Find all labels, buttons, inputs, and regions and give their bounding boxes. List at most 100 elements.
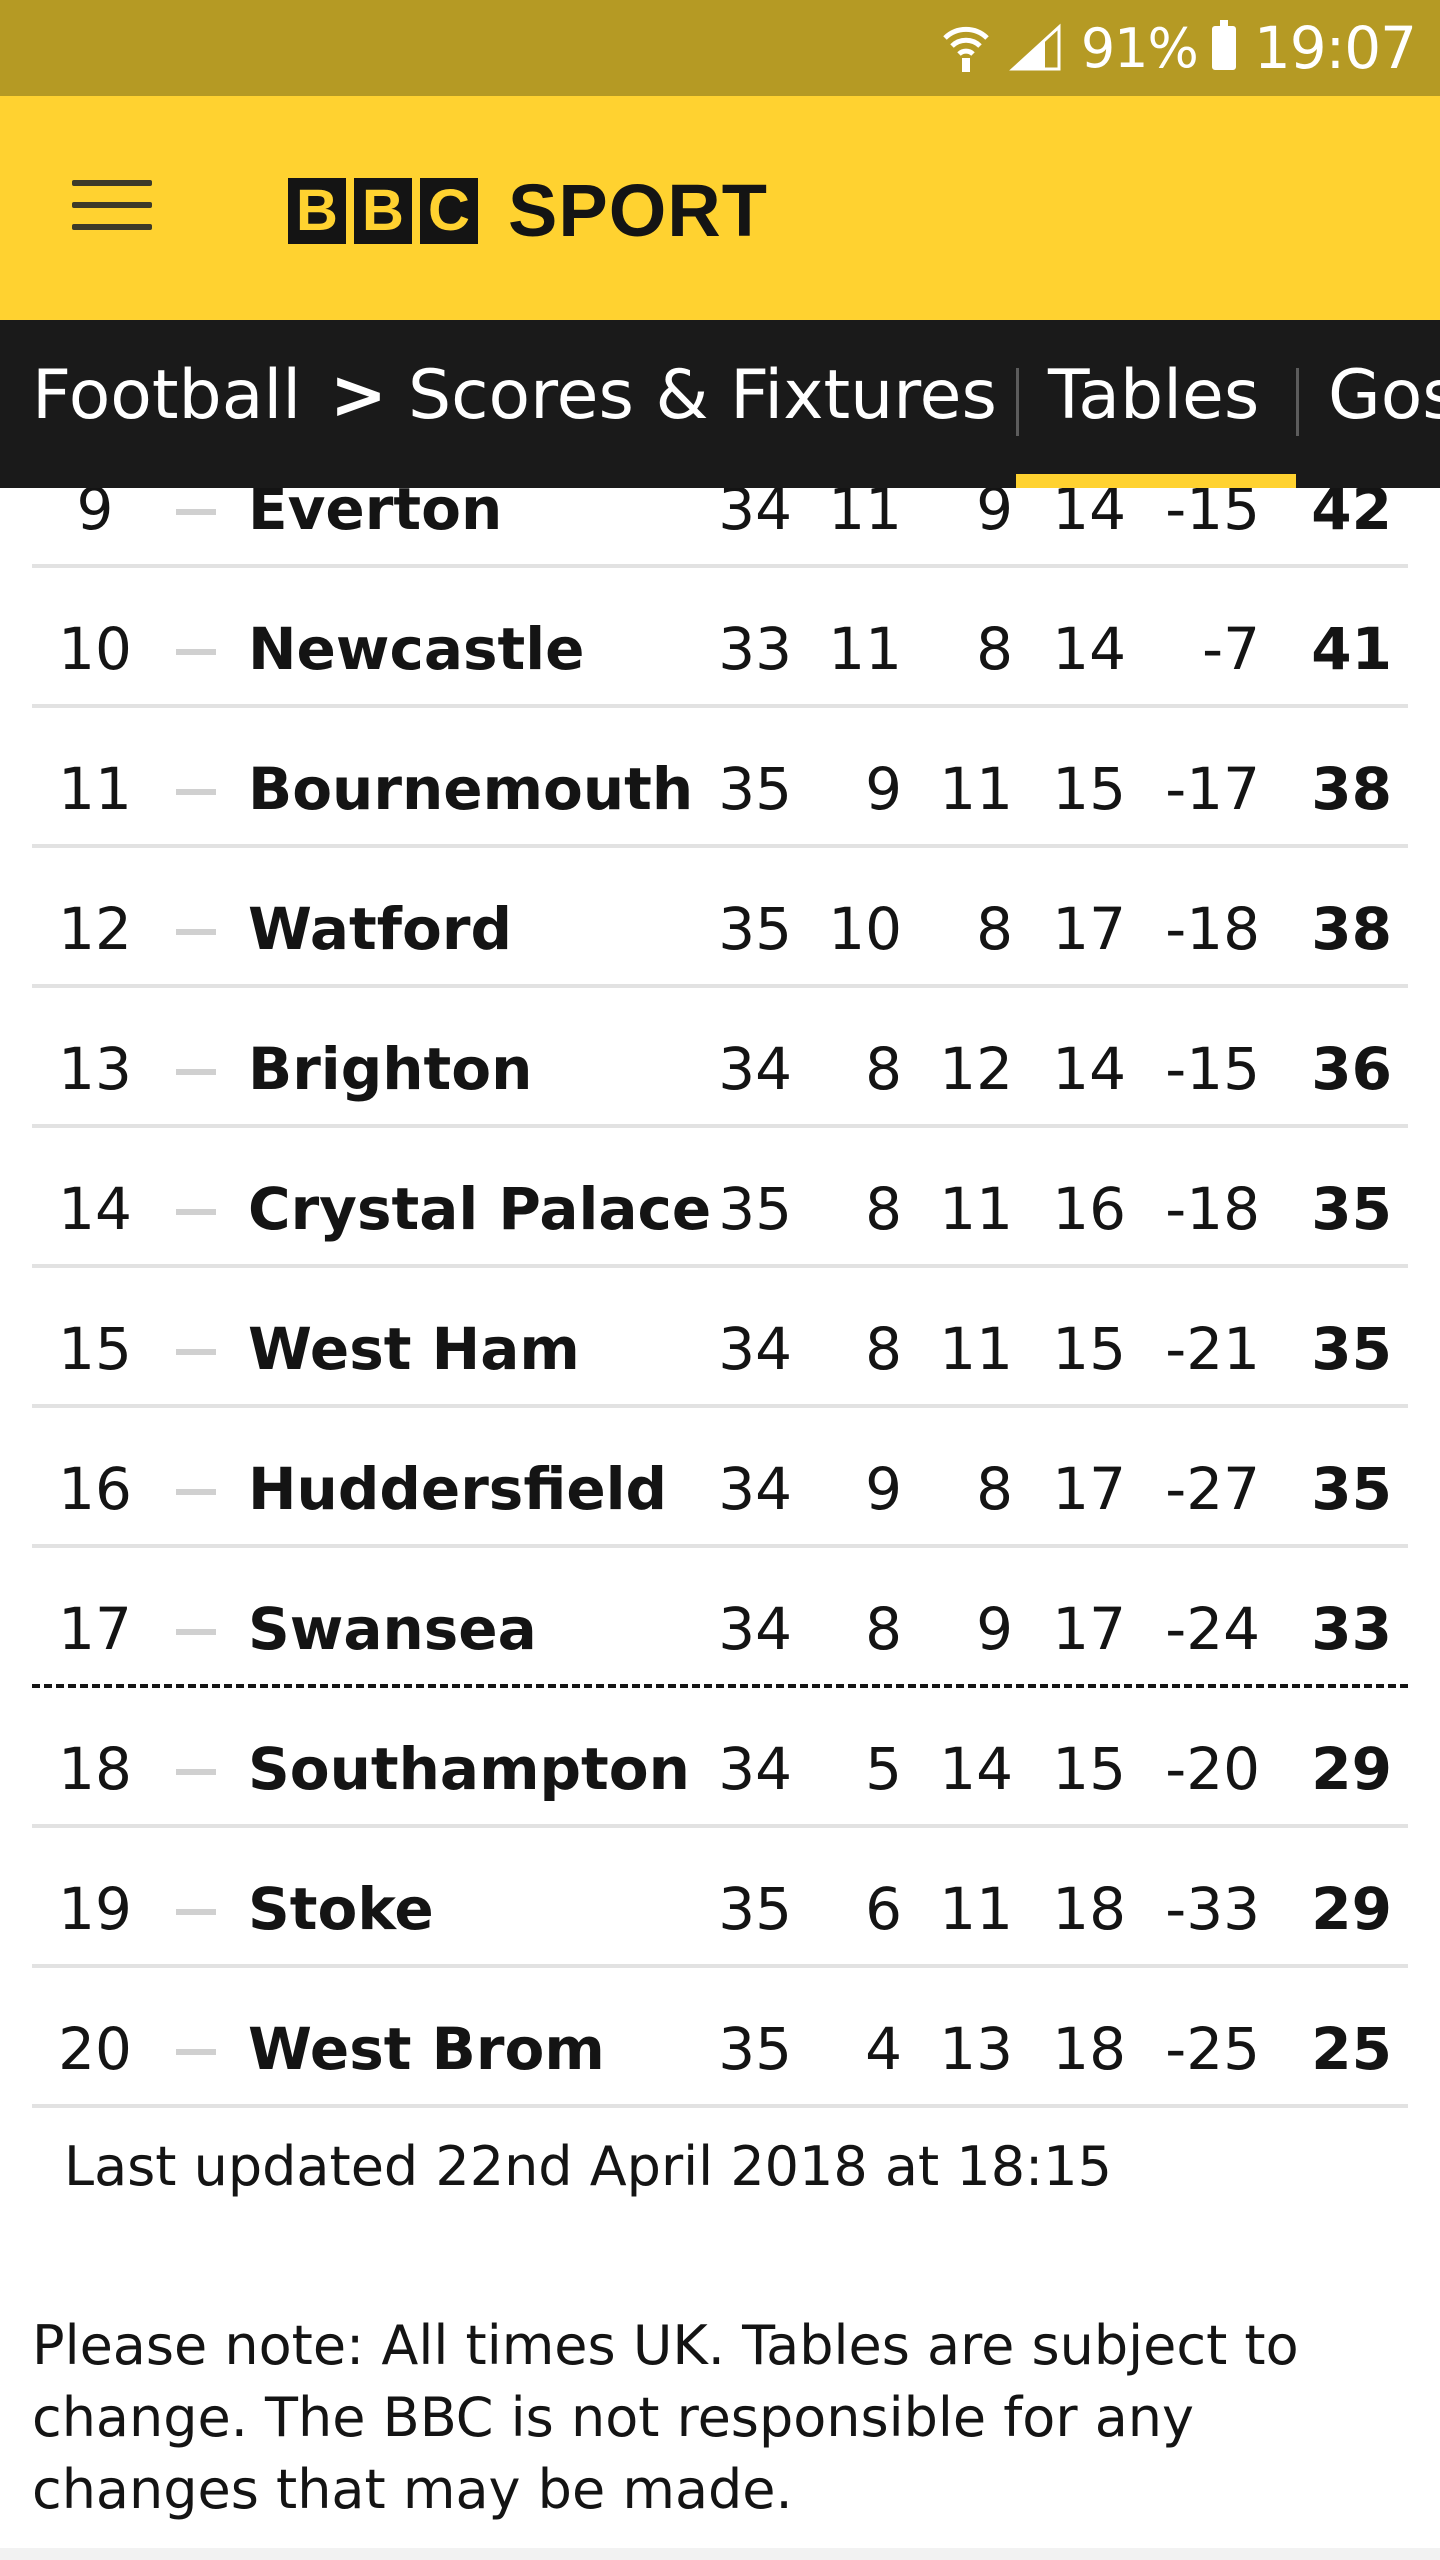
drawn-cell: 11: [939, 1315, 1013, 1383]
played-cell: 34: [718, 1595, 792, 1663]
nav-divider: [1296, 368, 1299, 436]
won-cell: 11: [828, 615, 902, 683]
team-name: Swansea: [248, 1595, 537, 1663]
position-cell: 9: [76, 475, 114, 543]
hamburger-menu-icon[interactable]: [72, 180, 152, 236]
active-tab-indicator: [1016, 474, 1296, 488]
drawn-cell: 8: [976, 895, 1013, 963]
points-cell: 36: [1311, 1035, 1392, 1103]
played-cell: 33: [718, 615, 792, 683]
won-cell: 8: [865, 1595, 902, 1663]
table-row[interactable]: 19 Stoke 35 6 11 18 -33 29: [32, 1828, 1408, 1968]
lost-cell: 15: [1052, 755, 1126, 823]
table-row[interactable]: 11 Bournemouth 35 9 11 15 -17 38: [32, 708, 1408, 848]
table-row[interactable]: 12 Watford 35 10 8 17 -18 38: [32, 848, 1408, 988]
team-name: Everton: [248, 475, 503, 543]
team-name: Southampton: [248, 1735, 690, 1803]
no-change-dash-icon: [176, 1069, 216, 1075]
bbc-sport-logo[interactable]: B B C SPORT: [288, 174, 768, 248]
team-name: Bournemouth: [248, 755, 694, 823]
played-cell: 35: [718, 1875, 792, 1943]
no-change-dash-icon: [176, 929, 216, 935]
won-cell: 6: [865, 1875, 902, 1943]
team-name: West Brom: [248, 2015, 605, 2083]
battery-icon: [1211, 20, 1236, 70]
logo-letter: B: [354, 178, 412, 244]
lost-cell: 14: [1052, 1035, 1126, 1103]
team-name: Brighton: [248, 1035, 533, 1103]
played-cell: 35: [718, 1175, 792, 1243]
played-cell: 34: [718, 1035, 792, 1103]
signal-icon: [1008, 23, 1061, 71]
goal-difference-cell: -17: [1165, 755, 1260, 823]
played-cell: 35: [718, 895, 792, 963]
nav-item-scores-fixtures[interactable]: Scores & Fixtures: [408, 362, 997, 430]
won-cell: 10: [828, 895, 902, 963]
no-change-dash-icon: [176, 789, 216, 795]
section-nav: Football > Scores & Fixtures Tables Gos: [0, 320, 1440, 488]
won-cell: 9: [865, 755, 902, 823]
points-cell: 35: [1311, 1315, 1392, 1383]
table-row[interactable]: 13 Brighton 34 8 12 14 -15 36: [32, 988, 1408, 1128]
won-cell: 8: [865, 1175, 902, 1243]
goal-difference-cell: -7: [1202, 615, 1260, 683]
lost-cell: 17: [1052, 895, 1126, 963]
drawn-cell: 14: [939, 1735, 1013, 1803]
table-row[interactable]: 14 Crystal Palace 35 8 11 16 -18 35: [32, 1128, 1408, 1268]
logo-letter: C: [420, 178, 478, 244]
goal-difference-cell: -18: [1165, 895, 1260, 963]
goal-difference-cell: -20: [1165, 1735, 1260, 1803]
disclaimer-note: Please note: All times UK. Tables are su…: [32, 2314, 1299, 2521]
position-cell: 12: [58, 895, 132, 963]
lost-cell: 18: [1052, 1875, 1126, 1943]
no-change-dash-icon: [176, 1209, 216, 1215]
page-bottom-edge: [0, 2548, 1440, 2560]
no-change-dash-icon: [176, 1769, 216, 1775]
table-row[interactable]: 18 Southampton 34 5 14 15 -20 29: [32, 1688, 1408, 1828]
drawn-cell: 11: [939, 1875, 1013, 1943]
position-cell: 20: [58, 2015, 132, 2083]
drawn-cell: 8: [976, 615, 1013, 683]
won-cell: 8: [865, 1035, 902, 1103]
position-cell: 15: [58, 1315, 132, 1383]
goal-difference-cell: -33: [1165, 1875, 1260, 1943]
table-row[interactable]: 10 Newcastle 33 11 8 14 -7 41: [32, 568, 1408, 708]
nav-item-gossip[interactable]: Gos: [1328, 362, 1440, 430]
lost-cell: 15: [1052, 1315, 1126, 1383]
drawn-cell: 9: [976, 1595, 1013, 1663]
points-cell: 35: [1311, 1175, 1392, 1243]
team-name: Newcastle: [248, 615, 585, 683]
status-bar: 91% 19:07: [0, 0, 1440, 96]
position-cell: 10: [58, 615, 132, 683]
team-name: Watford: [248, 895, 512, 963]
goal-difference-cell: -15: [1165, 475, 1260, 543]
team-name: Crystal Palace: [248, 1175, 712, 1243]
lost-cell: 14: [1052, 615, 1126, 683]
table-row[interactable]: 20 West Brom 35 4 13 18 -25 25: [32, 1968, 1408, 2108]
no-change-dash-icon: [176, 1489, 216, 1495]
nav-item-tables[interactable]: Tables: [1048, 362, 1259, 430]
no-change-dash-icon: [176, 509, 216, 515]
table-row[interactable]: 17 Swansea 34 8 9 17 -24 33: [32, 1548, 1408, 1688]
played-cell: 34: [718, 475, 792, 543]
played-cell: 34: [718, 1735, 792, 1803]
points-cell: 25: [1311, 2015, 1392, 2083]
points-cell: 35: [1311, 1455, 1392, 1523]
drawn-cell: 8: [976, 1455, 1013, 1523]
nav-item-football[interactable]: Football: [32, 362, 301, 430]
points-cell: 38: [1311, 895, 1392, 963]
wifi-icon: [943, 26, 989, 72]
no-change-dash-icon: [176, 1349, 216, 1355]
team-name: Huddersfield: [248, 1455, 668, 1523]
points-cell: 42: [1311, 475, 1392, 543]
points-cell: 29: [1311, 1735, 1392, 1803]
goal-difference-cell: -15: [1165, 1035, 1260, 1103]
won-cell: 9: [865, 1455, 902, 1523]
table-row[interactable]: 16 Huddersfield 34 9 8 17 -27 35: [32, 1408, 1408, 1548]
nav-divider: [1016, 368, 1019, 436]
clock: 19:07: [1253, 14, 1417, 82]
lost-cell: 16: [1052, 1175, 1126, 1243]
position-cell: 13: [58, 1035, 132, 1103]
table-row[interactable]: 15 West Ham 34 8 11 15 -21 35: [32, 1268, 1408, 1408]
points-cell: 41: [1311, 615, 1392, 683]
